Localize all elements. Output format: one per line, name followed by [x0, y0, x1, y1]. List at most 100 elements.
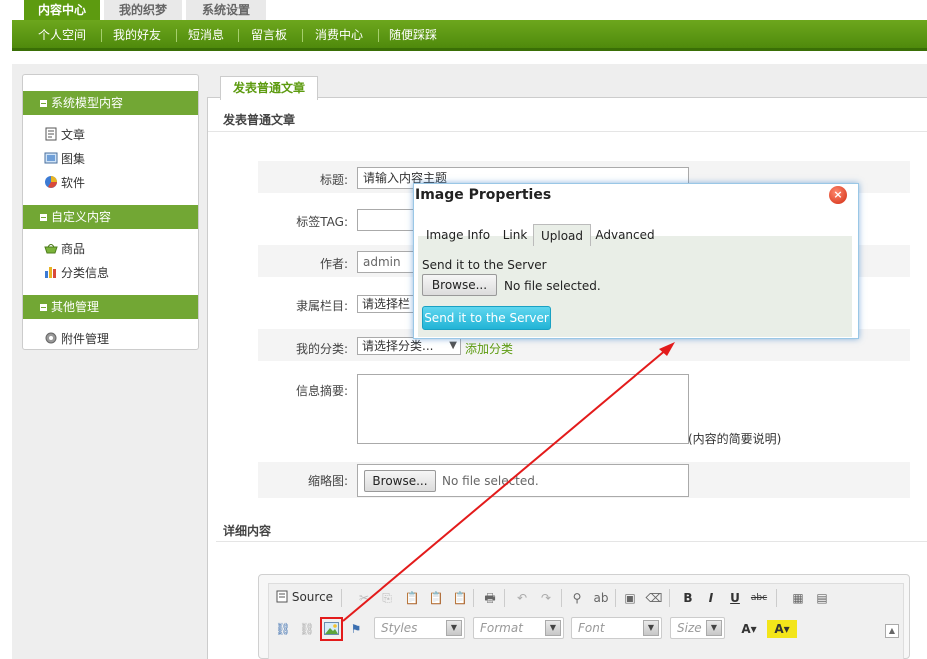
send-to-server-button[interactable]: Send it to the Server — [422, 306, 551, 330]
eraser-icon[interactable]: ⌫ — [645, 589, 663, 607]
column-label: 隶属栏目: — [295, 299, 348, 313]
toolbar-separator — [615, 589, 616, 607]
sidebar-item-goods[interactable]: 商品 — [44, 240, 85, 258]
select-value: 请选择栏 — [362, 297, 411, 311]
tab-link[interactable]: Link — [499, 224, 531, 246]
upload-file-status: No file selected. — [504, 279, 601, 293]
tab-system-settings[interactable]: 系统设置 — [186, 0, 266, 20]
sidebar-group-custom-content[interactable]: 自定义内容 — [23, 205, 198, 229]
nav-my-friends[interactable]: 我的好友 — [113, 28, 161, 43]
replace-icon[interactable]: ab — [592, 589, 610, 607]
tab-upload[interactable]: Upload — [533, 224, 591, 246]
combo-label: Size — [677, 621, 702, 635]
sidebar-group-other[interactable]: 其他管理 — [23, 295, 198, 319]
toolbar-separator — [504, 589, 505, 607]
close-icon[interactable]: × — [829, 186, 847, 204]
category-select[interactable]: 请选择分类... ▼ — [357, 337, 461, 355]
chevron-down-icon: ▼ — [446, 620, 462, 636]
paste-text-icon[interactable]: 📋 — [427, 589, 445, 607]
sidebar-item-classifieds[interactable]: 分类信息 — [44, 264, 109, 282]
toolbar-separator — [341, 589, 342, 607]
nav-personal-space[interactable]: 个人空间 — [38, 28, 86, 43]
paste-word-icon[interactable]: 📋 — [451, 589, 469, 607]
tab-image-info[interactable]: Image Info — [423, 224, 493, 246]
format-combo[interactable]: Format ▼ — [473, 617, 564, 639]
styles-combo[interactable]: Styles ▼ — [374, 617, 465, 639]
dialog-title: Image Properties — [415, 187, 552, 203]
sidebar-group-system-models[interactable]: 系统模型内容 — [23, 91, 198, 115]
chevron-down-icon: ▼ — [643, 620, 659, 636]
chevron-down-icon: ▼ — [449, 340, 457, 351]
italic-icon[interactable]: I — [702, 589, 720, 607]
add-category-link[interactable]: 添加分类 — [465, 340, 513, 357]
sidebar-item-software[interactable]: 软件 — [44, 174, 85, 192]
text-color-icon[interactable]: A▾ — [736, 620, 762, 638]
chevron-down-icon: ▼ — [706, 620, 722, 636]
bold-icon[interactable]: B — [679, 589, 697, 607]
image-icon — [324, 622, 339, 635]
select-value: 请选择分类... — [362, 339, 434, 353]
size-combo[interactable]: Size ▼ — [670, 617, 725, 639]
image-button[interactable] — [320, 617, 343, 641]
sidebar-item-label: 附件管理 — [61, 332, 110, 346]
anchor-flag-icon[interactable]: ⚑ — [347, 620, 365, 638]
divider — [208, 131, 927, 132]
strike-icon[interactable]: abc — [750, 589, 768, 607]
thumbnail-browse-button[interactable]: Browse... — [364, 470, 436, 492]
thumbnail-status: No file selected. — [442, 474, 539, 488]
sidebar-item-label: 分类信息 — [61, 266, 110, 280]
tag-input[interactable] — [357, 209, 417, 231]
source-button[interactable]: Source — [276, 590, 333, 604]
tag-label: 标签TAG: — [296, 215, 348, 229]
background-color-icon[interactable]: A▾ — [767, 620, 797, 638]
table-icon[interactable]: ▦ — [789, 589, 807, 607]
basket-icon — [44, 244, 58, 254]
tab-post-article[interactable]: 发表普通文章 — [220, 76, 318, 100]
main-nav: 个人空间 我的好友 短消息 留言板 消费中心 随便踩踩 — [12, 20, 927, 51]
copy-icon[interactable]: ⎘ — [378, 589, 396, 607]
source-icon — [276, 590, 288, 603]
nav-consumption[interactable]: 消费中心 — [315, 28, 363, 43]
divider — [216, 541, 927, 542]
document-icon — [45, 127, 57, 141]
nav-messages[interactable]: 短消息 — [188, 28, 224, 43]
link-icon[interactable]: ⛓ — [274, 620, 292, 638]
top-tabs: 内容中心 我的织梦 系统设置 — [0, 0, 927, 20]
select-all-icon[interactable]: ▣ — [621, 589, 639, 607]
toolbar-separator — [561, 589, 562, 607]
undo-icon[interactable]: ↶ — [513, 589, 531, 607]
paste-icon[interactable]: 📋 — [403, 589, 421, 607]
sidebar-item-attachments[interactable]: 附件管理 — [44, 330, 109, 348]
sidebar-item-gallery[interactable]: 图集 — [44, 150, 85, 168]
summary-textarea[interactable] — [357, 374, 689, 444]
cut-icon[interactable]: ✂ — [355, 589, 373, 607]
combo-label: Styles — [381, 621, 418, 635]
upload-browse-button[interactable]: Browse... — [422, 274, 497, 296]
horizontal-rule-icon[interactable]: ▤ — [813, 589, 831, 607]
nav-guestbook[interactable]: 留言板 — [251, 28, 287, 43]
font-combo[interactable]: Font ▼ — [571, 617, 662, 639]
tab-my-dream[interactable]: 我的织梦 — [104, 0, 182, 20]
unlink-icon[interactable]: ⛓ — [298, 620, 316, 638]
collapse-icon — [40, 100, 47, 107]
column-select[interactable]: 请选择栏 — [357, 295, 417, 313]
tab-advanced[interactable]: Advanced — [594, 224, 656, 246]
toolbar-separator — [473, 589, 474, 607]
sidebar-item-label: 商品 — [61, 242, 86, 256]
gallery-icon — [44, 152, 58, 164]
redo-icon[interactable]: ↷ — [537, 589, 555, 607]
find-icon[interactable]: ⚲ — [568, 589, 586, 607]
toolbar-separator — [669, 589, 670, 607]
chevron-down-icon: ▼ — [545, 620, 561, 636]
tab-content-center[interactable]: 内容中心 — [24, 0, 100, 20]
summary-hint: (内容的简要说明) — [688, 432, 782, 446]
author-label: 作者: — [319, 257, 348, 271]
author-input[interactable]: admin — [357, 251, 417, 273]
nav-random[interactable]: 随便踩踩 — [389, 28, 437, 43]
sidebar-item-article[interactable]: 文章 — [44, 126, 85, 144]
combo-label: Format — [480, 621, 523, 635]
source-label: Source — [291, 590, 334, 604]
underline-icon[interactable]: U — [726, 589, 744, 607]
print-icon[interactable]: 🖶 — [481, 589, 499, 607]
collapse-toolbar-icon[interactable]: ▲ — [885, 624, 899, 638]
